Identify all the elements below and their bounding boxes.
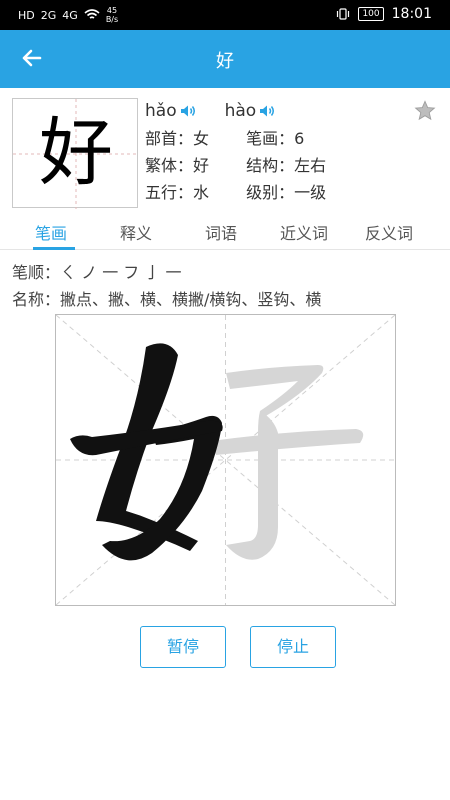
tab-antonyms[interactable]: 反义词 — [365, 220, 413, 244]
structure-label: 结构： — [246, 156, 295, 175]
strokes-label: 笔画： — [246, 129, 295, 148]
level-value: 一级 — [294, 183, 327, 202]
tab-meaning[interactable]: 释义 — [120, 220, 152, 244]
pause-button[interactable]: 暂停 — [140, 626, 226, 668]
pinyin-row: hǎo hào — [145, 101, 276, 121]
speaker-icon[interactable] — [179, 103, 197, 119]
radical-value: 女 — [193, 129, 210, 148]
signal-4g-icon: 4G — [62, 8, 78, 22]
tab-strokes[interactable]: 笔画 — [35, 220, 67, 244]
active-tab-indicator — [33, 247, 75, 250]
stroke-order-line: 笔顺：ㄑ ノ 一 フ 亅 一 — [12, 259, 181, 283]
pinyin-item: hào — [225, 101, 277, 121]
element-value: 水 — [193, 183, 210, 202]
app-bar: 好 — [0, 30, 450, 88]
pending-strokes — [211, 365, 364, 560]
status-right: 100 18:01 — [336, 6, 432, 22]
strokes-value: 6 — [294, 129, 305, 148]
tab-synonyms[interactable]: 近义词 — [280, 220, 328, 244]
pinyin-text: hào — [224, 101, 257, 121]
favorite-star-icon[interactable] — [414, 100, 436, 122]
info-row-radical: 部首：女 笔画：6 — [145, 125, 304, 149]
stroke-names-line: 名称：撇点、撇、横、横撇/横钩、竖钩、横 — [12, 286, 321, 310]
stroke-animation-canvas — [55, 314, 396, 606]
radical-label: 部首： — [145, 129, 194, 148]
signal-2g-icon: 2G — [40, 8, 57, 22]
speaker-icon[interactable] — [258, 103, 276, 119]
stroke-heng — [211, 429, 364, 455]
page-title: 好 — [216, 51, 234, 72]
info-row-traditional: 繁体：好 结构：左右 — [145, 152, 326, 176]
tab-words[interactable]: 词语 — [205, 220, 237, 244]
stroke-names-label: 名称： — [12, 290, 61, 309]
traditional-value: 好 — [193, 156, 210, 175]
character-glyph: 好 — [39, 110, 113, 196]
stroke-shu-gou — [226, 411, 278, 560]
level-label: 级别： — [246, 183, 295, 202]
info-row-element: 五行：水 级别：一级 — [145, 179, 326, 203]
hd-indicator: HD — [18, 8, 35, 22]
battery-icon: 100 — [358, 7, 384, 21]
traditional-label: 繁体： — [145, 156, 194, 175]
stop-button[interactable]: 停止 — [250, 626, 336, 668]
pinyin-item: hǎo — [145, 101, 197, 121]
stroke-order-value: ㄑ ノ 一 フ 亅 一 — [60, 263, 182, 282]
stroke-names-value: 撇点、撇、横、横撇/横钩、竖钩、横 — [60, 290, 322, 309]
wifi-icon — [84, 9, 100, 19]
stroke-heng-pie — [226, 365, 324, 417]
element-label: 五行： — [145, 183, 194, 202]
structure-value: 左右 — [294, 156, 327, 175]
network-speed: 45 B/s — [105, 6, 119, 24]
status-left: HD 2G 4G 45 B/s — [18, 6, 118, 24]
completed-strokes — [70, 343, 223, 561]
stroke-order-label: 笔顺： — [12, 263, 61, 282]
clock: 18:01 — [391, 6, 432, 22]
pinyin-text: hǎo — [145, 101, 177, 121]
character-box: 好 — [12, 98, 139, 209]
stroke-animation-svg — [56, 315, 395, 605]
vibrate-icon — [337, 8, 350, 20]
tab-bar: 笔画 释义 词语 近义词 反义词 — [0, 212, 450, 250]
status-bar: HD 2G 4G 45 B/s 100 18:01 — [0, 0, 450, 30]
